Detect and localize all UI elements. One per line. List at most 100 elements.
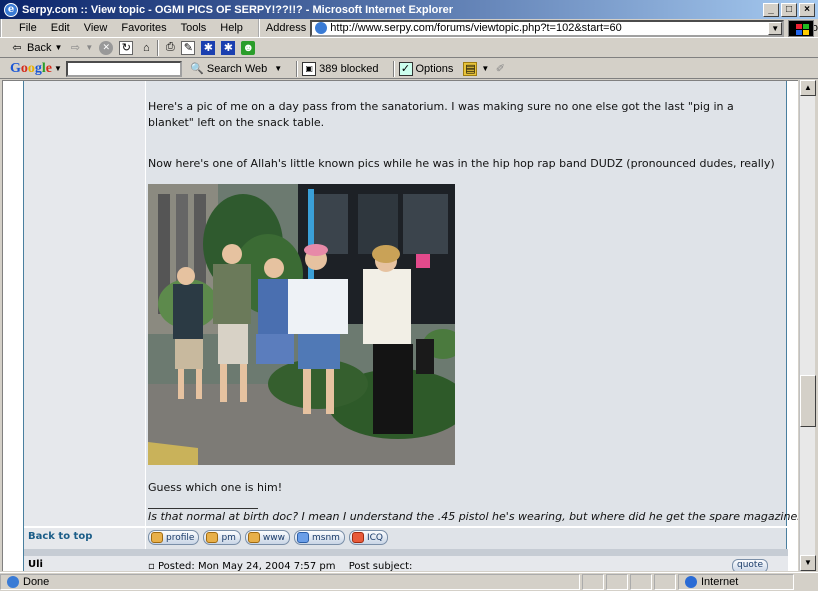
highlighter-icon[interactable]: ✐: [493, 62, 507, 76]
maximize-button[interactable]: □: [781, 2, 797, 17]
group-photo: [148, 184, 455, 465]
icq-label: ICQ: [366, 532, 383, 543]
stop-icon[interactable]: ✕: [99, 40, 114, 55]
google-logo[interactable]: Google: [10, 61, 52, 77]
menu-help[interactable]: Help: [213, 22, 250, 34]
popup-blocked-button[interactable]: ▣ 389 blocked: [302, 61, 379, 76]
search-web-icon: 🔍: [190, 63, 204, 75]
scroll-up-icon[interactable]: ▲: [800, 80, 816, 96]
edit-page-icon[interactable]: ✎: [181, 40, 196, 55]
post-paragraph-1: Here's a pic of me on a day pass from th…: [148, 100, 734, 129]
forward-button[interactable]: ⇨ ▼: [68, 41, 94, 55]
icq-icon: [351, 532, 364, 543]
post-page-icon: ▫: [148, 561, 155, 571]
status-panel-4: [654, 574, 676, 590]
google-menu-dropdown-icon[interactable]: ▼: [54, 64, 62, 73]
address-label: Address: [257, 19, 306, 37]
popup-blocker-icon: ▣: [302, 61, 317, 76]
status-message: Done: [0, 574, 580, 590]
googlebar-divider: [296, 60, 299, 77]
back-label: Back: [27, 41, 52, 54]
globe-icon: [685, 576, 697, 588]
back-button[interactable]: ⇦ Back ▼: [10, 41, 62, 55]
page-done-icon: [7, 576, 19, 588]
windows-logo-icon: [788, 20, 814, 37]
forward-arrow-icon: ⇨: [70, 42, 80, 54]
posted-date: Posted: Mon May 24, 2004 7:57 pm: [157, 561, 336, 571]
messenger-icon[interactable]: ☻: [241, 40, 256, 55]
bookmark-star-icon[interactable]: ✱: [201, 40, 216, 55]
vertical-scrollbar[interactable]: ▲ ▼: [799, 80, 816, 571]
next-post-author[interactable]: Uli: [28, 559, 43, 570]
options-icon: ✓: [398, 61, 413, 76]
msnm-icon: [297, 532, 310, 543]
address-dropdown-icon[interactable]: ▼: [768, 21, 783, 35]
status-panel-1: [582, 574, 604, 590]
pm-icon: [206, 532, 219, 543]
folder-dropdown-icon[interactable]: ▼: [481, 64, 489, 73]
google-toolbar: Google ▼ 🔍 Search Web ▼ ▣ 389 blocked ✓ …: [0, 59, 818, 79]
menu-tools[interactable]: Tools: [174, 22, 214, 34]
www-label: www: [262, 532, 286, 543]
msnm-button[interactable]: msnm: [294, 530, 345, 545]
menu-file[interactable]: File: [12, 22, 44, 34]
status-panel-2: [606, 574, 628, 590]
ie-icon: e: [4, 2, 18, 17]
favorites-star-icon[interactable]: ✱: [221, 40, 236, 55]
zone-label: Internet: [701, 576, 739, 588]
profile-icon: [151, 532, 163, 543]
security-zone: Internet: [678, 574, 794, 590]
scroll-down-icon[interactable]: ▼: [800, 555, 816, 571]
profile-label: profile: [166, 532, 195, 543]
msnm-label: msnm: [312, 532, 340, 543]
quote-button[interactable]: quote: [732, 559, 768, 571]
menu-view[interactable]: View: [77, 22, 115, 34]
pm-button[interactable]: pm: [203, 530, 241, 545]
window-title: Serpy.com :: View topic - OGMI PICS OF S…: [22, 3, 454, 16]
menu-edit[interactable]: Edit: [44, 22, 77, 34]
address-bar[interactable]: http://www.serpy.com/forums/viewtopic.ph…: [310, 19, 785, 37]
pm-label: pm: [221, 532, 236, 543]
title-bar: e Serpy.com :: View topic - OGMI PICS OF…: [0, 0, 818, 19]
google-search-input[interactable]: [65, 60, 182, 77]
forum-post-table: Here's a pic of me on a day pass from th…: [23, 81, 798, 571]
post-signature: Is that normal at birth doc? I mean I un…: [148, 510, 798, 523]
post-profile-buttons: profile pm www msnm ICQ: [148, 530, 388, 545]
address-url[interactable]: http://www.serpy.com/forums/viewtopic.ph…: [330, 22, 768, 34]
post-paragraph-2: Now here's one of Allah's little known p…: [148, 157, 775, 170]
toolbar-divider: [157, 39, 160, 56]
next-post-meta: ▫ Posted: Mon May 24, 2004 7:57 pm Post …: [148, 561, 412, 571]
search-dropdown-icon[interactable]: ▼: [274, 64, 282, 73]
back-to-top-link[interactable]: Back to top: [28, 531, 92, 542]
status-text: Done: [23, 576, 50, 588]
row-divider: [24, 526, 788, 528]
back-dropdown-icon[interactable]: ▼: [54, 43, 62, 52]
search-web-button[interactable]: 🔍 Search Web ▼: [190, 62, 282, 76]
icq-button[interactable]: ICQ: [348, 530, 388, 545]
www-button[interactable]: www: [244, 530, 291, 545]
options-label: Options: [415, 62, 454, 75]
post-author-column: [24, 81, 146, 571]
menu-favorites[interactable]: Favorites: [114, 22, 173, 34]
post-subject-label: Post subject:: [348, 561, 413, 571]
forward-dropdown-icon[interactable]: ▼: [85, 43, 93, 52]
folder-icon[interactable]: ▤: [463, 61, 478, 76]
post-separator: [24, 549, 788, 556]
googlebar-divider-2: [392, 60, 395, 77]
blocked-count-label: 389 blocked: [319, 62, 379, 75]
search-web-label: Search Web: [206, 62, 268, 75]
minimize-button[interactable]: _: [763, 2, 779, 17]
profile-button[interactable]: profile: [148, 530, 200, 545]
web-page: Here's a pic of me on a day pass from th…: [2, 80, 798, 571]
page-icon: [315, 22, 328, 34]
status-panel-3: [630, 574, 652, 590]
back-arrow-icon: ⇦: [12, 42, 22, 54]
options-button[interactable]: ✓ Options: [398, 61, 454, 76]
status-bar: Done Internet: [0, 572, 818, 591]
menu-bar: File Edit View Favorites Tools Help Addr…: [0, 19, 818, 38]
close-button[interactable]: ×: [799, 2, 815, 17]
scroll-thumb[interactable]: [800, 375, 816, 427]
home-icon[interactable]: ⌂: [139, 41, 153, 55]
refresh-icon[interactable]: ↻: [119, 40, 134, 55]
print-icon[interactable]: ⎙: [163, 41, 177, 55]
